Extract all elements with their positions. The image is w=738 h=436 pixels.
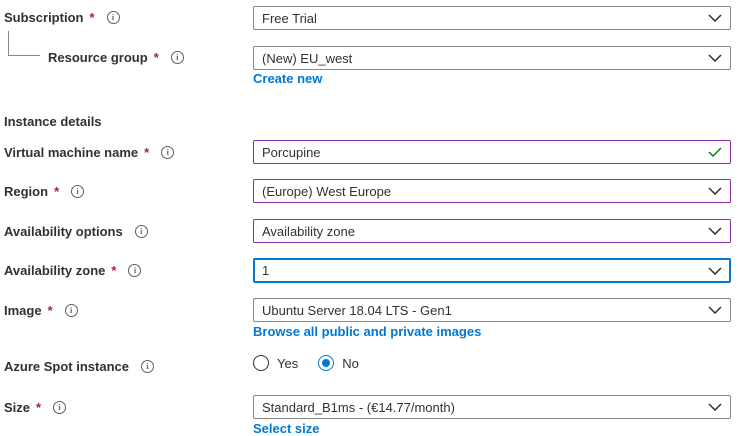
- radio-selected-dot: [322, 359, 331, 367]
- info-icon[interactable]: i: [128, 264, 142, 277]
- spot-no-option[interactable]: No: [318, 355, 359, 371]
- size-dropdown[interactable]: Standard_B1ms - (€14.77/month): [253, 395, 731, 419]
- spot-no-label: No: [342, 355, 359, 371]
- chevron-down-icon: [708, 54, 722, 62]
- info-icon[interactable]: i: [71, 185, 85, 198]
- info-icon[interactable]: i: [53, 401, 67, 414]
- required-marker: *: [47, 303, 53, 318]
- required-marker: *: [54, 184, 60, 199]
- resource-group-value: (New) EU_west: [262, 50, 353, 66]
- availability-options-label: Availability options: [4, 224, 123, 239]
- radio-button-yes[interactable]: [253, 355, 269, 371]
- instance-details-heading: Instance details: [4, 114, 102, 129]
- subscription-label: Subscription: [4, 10, 84, 25]
- hierarchy-connector: [8, 31, 40, 56]
- availability-zone-label-group: Availability zone * i: [4, 263, 142, 278]
- info-icon[interactable]: i: [140, 360, 154, 373]
- region-dropdown[interactable]: (Europe) West Europe: [253, 179, 731, 203]
- region-value: (Europe) West Europe: [262, 183, 392, 199]
- size-value: Standard_B1ms - (€14.77/month): [262, 399, 455, 415]
- info-icon[interactable]: i: [170, 51, 184, 64]
- radio-button-no[interactable]: [318, 355, 335, 371]
- spot-yes-label: Yes: [277, 355, 299, 371]
- required-marker: *: [111, 263, 117, 278]
- image-label: Image: [4, 303, 42, 318]
- resource-group-dropdown[interactable]: (New) EU_west: [253, 46, 731, 70]
- region-label: Region: [4, 184, 49, 199]
- availability-zone-value: 1: [262, 263, 270, 278]
- image-dropdown[interactable]: Ubuntu Server 18.04 LTS - Gen1: [253, 298, 731, 322]
- availability-options-dropdown[interactable]: Availability zone: [253, 219, 731, 243]
- resource-group-label: Resource group: [48, 50, 148, 65]
- subscription-dropdown[interactable]: Free Trial: [253, 6, 731, 30]
- vm-name-label-group: Virtual machine name * i: [4, 145, 175, 160]
- size-label: Size: [4, 400, 31, 415]
- vm-name-value: Porcupine: [262, 144, 321, 160]
- chevron-down-icon: [708, 187, 722, 195]
- spot-instance-label-group: Azure Spot instance i: [4, 359, 154, 374]
- region-label-group: Region * i: [4, 184, 85, 199]
- subscription-value: Free Trial: [262, 10, 317, 26]
- vm-name-input[interactable]: Porcupine: [253, 140, 731, 164]
- info-icon[interactable]: i: [134, 225, 148, 238]
- subscription-label-group: Subscription * i: [4, 10, 120, 25]
- chevron-down-icon: [708, 14, 722, 22]
- create-new-resource-group-link[interactable]: Create new: [253, 71, 322, 86]
- info-icon[interactable]: i: [64, 304, 78, 317]
- browse-images-link[interactable]: Browse all public and private images: [253, 324, 481, 339]
- required-marker: *: [36, 400, 42, 415]
- valid-checkmark-icon: [708, 147, 722, 157]
- chevron-down-icon: [708, 266, 722, 275]
- spot-yes-option[interactable]: Yes: [253, 355, 298, 371]
- spot-instance-label: Azure Spot instance: [4, 359, 129, 374]
- select-size-link[interactable]: Select size: [253, 421, 320, 436]
- availability-zone-label: Availability zone: [4, 263, 106, 278]
- chevron-down-icon: [708, 306, 722, 314]
- spot-instance-radio-group: Yes No: [253, 355, 379, 371]
- required-marker: *: [89, 10, 95, 25]
- required-marker: *: [144, 145, 150, 160]
- image-value: Ubuntu Server 18.04 LTS - Gen1: [262, 302, 452, 318]
- size-label-group: Size * i: [4, 400, 67, 415]
- resource-group-label-group: Resource group * i: [48, 50, 184, 65]
- image-label-group: Image * i: [4, 303, 78, 318]
- chevron-down-icon: [708, 403, 722, 411]
- vm-name-label: Virtual machine name: [4, 145, 139, 160]
- availability-options-value: Availability zone: [262, 223, 355, 239]
- required-marker: *: [153, 50, 159, 65]
- info-icon[interactable]: i: [161, 146, 175, 159]
- availability-options-label-group: Availability options i: [4, 224, 148, 239]
- info-icon[interactable]: i: [106, 11, 120, 24]
- chevron-down-icon: [708, 227, 722, 235]
- availability-zone-dropdown[interactable]: 1: [253, 258, 731, 283]
